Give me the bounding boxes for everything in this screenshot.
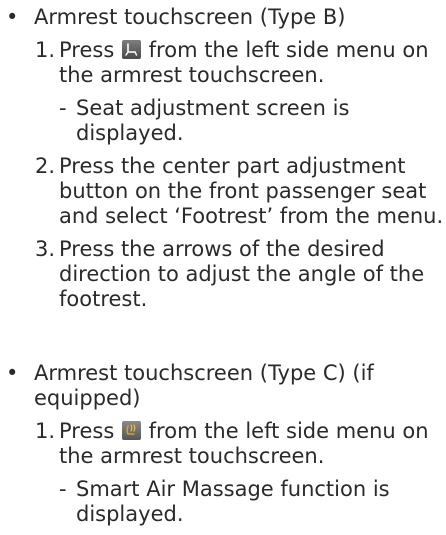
step-1-type-c: 1. Press from the left side menu on the … (0, 419, 446, 527)
step-text-after: from the left side menu on the armrest t… (59, 38, 429, 87)
seat-adjust-icon (121, 40, 141, 59)
smart-air-massage-icon (121, 421, 141, 440)
step-3-type-b: 3. Press the arrows of the desired direc… (0, 237, 446, 312)
step-number: 1. (35, 38, 56, 62)
steps-list-type-b: 1. Press from the left side menu on the … (0, 38, 446, 312)
bullet-item-type-c: • Armrest touchscreen (Type C) (if equip… (0, 361, 446, 411)
step-2-type-b: 2. Press the center part adjustment butt… (0, 154, 446, 229)
steps-list-type-c: 1. Press from the left side menu on the … (0, 419, 446, 527)
step-number: 1. (35, 419, 56, 443)
note-dash: - (59, 477, 67, 501)
step-number: 3. (35, 237, 56, 261)
step-1-note-type-c: - Smart Air Massage function is displaye… (59, 477, 446, 527)
step-text: Press the center part adjustment button … (59, 154, 444, 228)
step-text: Press the arrows of the desired directio… (59, 237, 425, 311)
section-type-c: • Armrest touchscreen (Type C) (if equip… (0, 361, 446, 535)
note-text: Seat adjustment screen is displayed. (76, 96, 350, 145)
step-number: 2. (35, 154, 56, 178)
note-text: Smart Air Massage function is displayed. (76, 477, 390, 526)
section-type-b: • Armrest touchscreen (Type B) 1. Press … (0, 5, 446, 320)
note-dash: - (59, 96, 67, 120)
bullet-marker: • (6, 5, 19, 29)
step-text-after: from the left side menu on the armrest t… (59, 419, 429, 468)
section-title-type-b: Armrest touchscreen (Type B) (34, 5, 346, 29)
step-1-note-type-b: - Seat adjustment screen is displayed. (59, 96, 446, 146)
step-text-before: Press (59, 38, 115, 62)
step-1-type-b: 1. Press from the left side menu on the … (0, 38, 446, 146)
section-title-type-c: Armrest touchscreen (Type C) (if equippe… (34, 361, 374, 410)
manual-page: • Armrest touchscreen (Type B) 1. Press … (0, 0, 446, 535)
step-text-before: Press (59, 419, 115, 443)
bullet-marker: • (6, 361, 19, 385)
bullet-item-type-b: • Armrest touchscreen (Type B) (0, 5, 446, 30)
